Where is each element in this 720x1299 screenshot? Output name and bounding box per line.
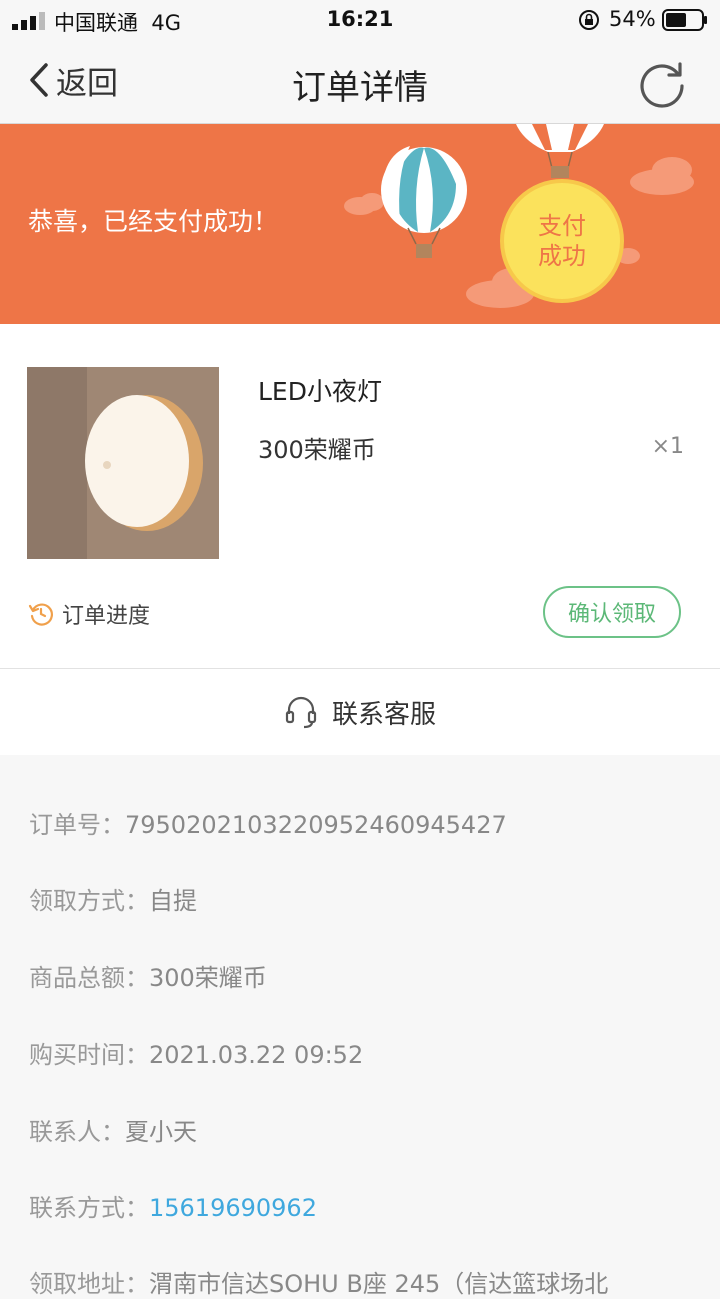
- order-number-label: 订单号：: [29, 811, 125, 839]
- contact-phone-row: 联系方式：15619690962: [29, 1188, 317, 1223]
- pickup-method-row: 领取方式：自提: [29, 881, 197, 916]
- contact-phone-link[interactable]: 15619690962: [149, 1194, 317, 1222]
- pickup-address-row: 领取地址：渭南市信达SOHU B座 245（信达篮球场北: [29, 1264, 608, 1299]
- nav-bar: 返回 订单详情: [0, 40, 720, 124]
- badge-line-2: 成功: [538, 242, 586, 270]
- order-progress-label: 订单进度: [62, 604, 151, 629]
- pickup-method-value: 自提: [149, 887, 197, 915]
- product-card: LED小夜灯 300荣耀币 ×1 订单进度 确认领取: [0, 324, 720, 669]
- night-light-picture: [27, 367, 219, 559]
- battery-icon: [662, 9, 707, 31]
- status-bar: 中国联通 4G 16:21 54%: [0, 0, 720, 40]
- payment-success-message: 恭喜，已经支付成功！: [28, 207, 279, 236]
- battery-percent: 54%: [609, 7, 656, 31]
- order-progress-link[interactable]: 订单进度: [28, 598, 150, 630]
- pickup-address-value: 渭南市信达SOHU B座 245（信达篮球场北: [149, 1270, 609, 1298]
- total-amount-row: 商品总额：300荣耀币: [29, 958, 267, 993]
- contact-service-button[interactable]: 联系客服: [0, 669, 720, 755]
- confirm-receipt-button[interactable]: 确认领取: [543, 586, 681, 638]
- order-number-row: 订单号：7950202103220952460945427: [29, 805, 507, 840]
- headset-icon: [285, 696, 317, 729]
- page-title: 订单详情: [292, 68, 428, 108]
- purchase-time-label: 购买时间：: [29, 1041, 149, 1069]
- purchase-time-row: 购买时间：2021.03.22 09:52: [29, 1035, 363, 1070]
- total-amount-value: 300荣耀币: [149, 964, 267, 992]
- product-image[interactable]: [27, 367, 219, 559]
- contact-person-value: 夏小天: [125, 1118, 197, 1146]
- contact-person-row: 联系人：夏小天: [29, 1112, 197, 1147]
- badge-line-1: 支付: [538, 212, 586, 240]
- payment-success-badge: 支付 成功: [500, 179, 624, 303]
- total-amount-label: 商品总额：: [29, 964, 149, 992]
- product-quantity: ×1: [651, 434, 684, 459]
- payment-success-banner: 恭喜，已经支付成功！ 支付 成功: [0, 124, 720, 324]
- product-name: LED小夜灯: [258, 377, 382, 406]
- rotation-lock-icon: [579, 10, 599, 30]
- product-price: 300荣耀币: [258, 436, 376, 464]
- contact-service-label: 联系客服: [331, 699, 436, 730]
- order-info-list: 订单号：7950202103220952460945427 领取方式：自提 商品…: [0, 767, 720, 1298]
- history-icon: [28, 603, 53, 626]
- pickup-method-label: 领取方式：: [29, 887, 149, 915]
- contact-person-label: 联系人：: [29, 1118, 125, 1146]
- purchase-time-value: 2021.03.22 09:52: [149, 1041, 364, 1069]
- contact-phone-label: 联系方式：: [29, 1194, 149, 1222]
- pickup-address-label: 领取地址：: [29, 1270, 149, 1298]
- order-number-value: 7950202103220952460945427: [125, 811, 507, 839]
- refresh-icon[interactable]: [634, 56, 690, 112]
